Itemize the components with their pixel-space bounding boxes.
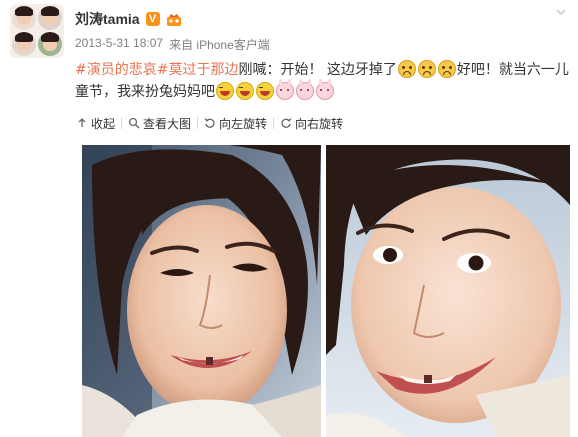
- arrow-up-icon: [76, 117, 88, 129]
- post-time-link[interactable]: 2013-5-31 18:07: [75, 36, 163, 53]
- vip-crown-icon[interactable]: [166, 12, 182, 26]
- post-photo[interactable]: [326, 145, 570, 437]
- avatar-thumb: [38, 32, 62, 56]
- weibo-post: 刘涛tamia V 2013-5-31 18:07 来自 iPhone客户端 #…: [0, 0, 578, 437]
- photo-face-funny: [326, 145, 570, 437]
- sad-face-icon: [437, 60, 456, 78]
- rotate-left-label: 向左旋转: [219, 116, 268, 131]
- post-header: 刘涛tamia V: [75, 9, 182, 29]
- collapse-button[interactable]: 收起: [70, 116, 121, 131]
- laugh-face-icon: [236, 82, 254, 100]
- sad-face-icon: [397, 60, 416, 78]
- username-link[interactable]: 刘涛tamia: [75, 9, 140, 29]
- sad-face-icon: [417, 60, 436, 78]
- avatar-thumb: [38, 6, 62, 30]
- post-images: [82, 145, 570, 437]
- avatar-thumb: [12, 6, 36, 30]
- post-photo[interactable]: [82, 145, 321, 437]
- avatar[interactable]: [10, 4, 64, 58]
- view-large-label: 查看大图: [143, 116, 192, 131]
- collapse-label: 收起: [91, 116, 116, 131]
- avatar-thumb: [12, 32, 36, 56]
- rabbit-face-icon: [296, 79, 314, 100]
- rotate-right-button[interactable]: 向右旋转: [274, 116, 349, 131]
- rabbit-face-icon: [276, 79, 294, 100]
- client-source-link[interactable]: 来自 iPhone客户端: [169, 36, 270, 53]
- rabbit-face-icon: [316, 79, 334, 100]
- rotate-right-label: 向右旋转: [295, 116, 344, 131]
- laugh-face-icon: [256, 82, 274, 100]
- chevron-down-icon[interactable]: [554, 6, 568, 20]
- rotate-left-icon: [204, 117, 216, 129]
- post-text-part: 刚喊：开始！ 这边牙掉了: [238, 62, 397, 78]
- search-icon: [128, 117, 140, 129]
- view-large-button[interactable]: 查看大图: [122, 116, 197, 131]
- verified-badge[interactable]: V: [145, 12, 160, 26]
- image-toolbar: 收起 查看大图 向左旋转 向右旋转: [70, 110, 576, 136]
- photo-face-smiling: [82, 145, 321, 437]
- post-text: #演员的悲哀#莫过于那边刚喊：开始！ 这边牙掉了 好吧！就当六一儿童节，我来扮兔妈…: [75, 59, 569, 103]
- post-meta: 2013-5-31 18:07 来自 iPhone客户端: [75, 36, 270, 53]
- rotate-right-icon: [280, 117, 292, 129]
- title-link[interactable]: 莫过于那边: [168, 62, 238, 78]
- laugh-face-icon: [216, 82, 234, 100]
- rotate-left-button[interactable]: 向左旋转: [198, 116, 273, 131]
- hashtag-link[interactable]: #演员的悲哀#: [75, 62, 168, 78]
